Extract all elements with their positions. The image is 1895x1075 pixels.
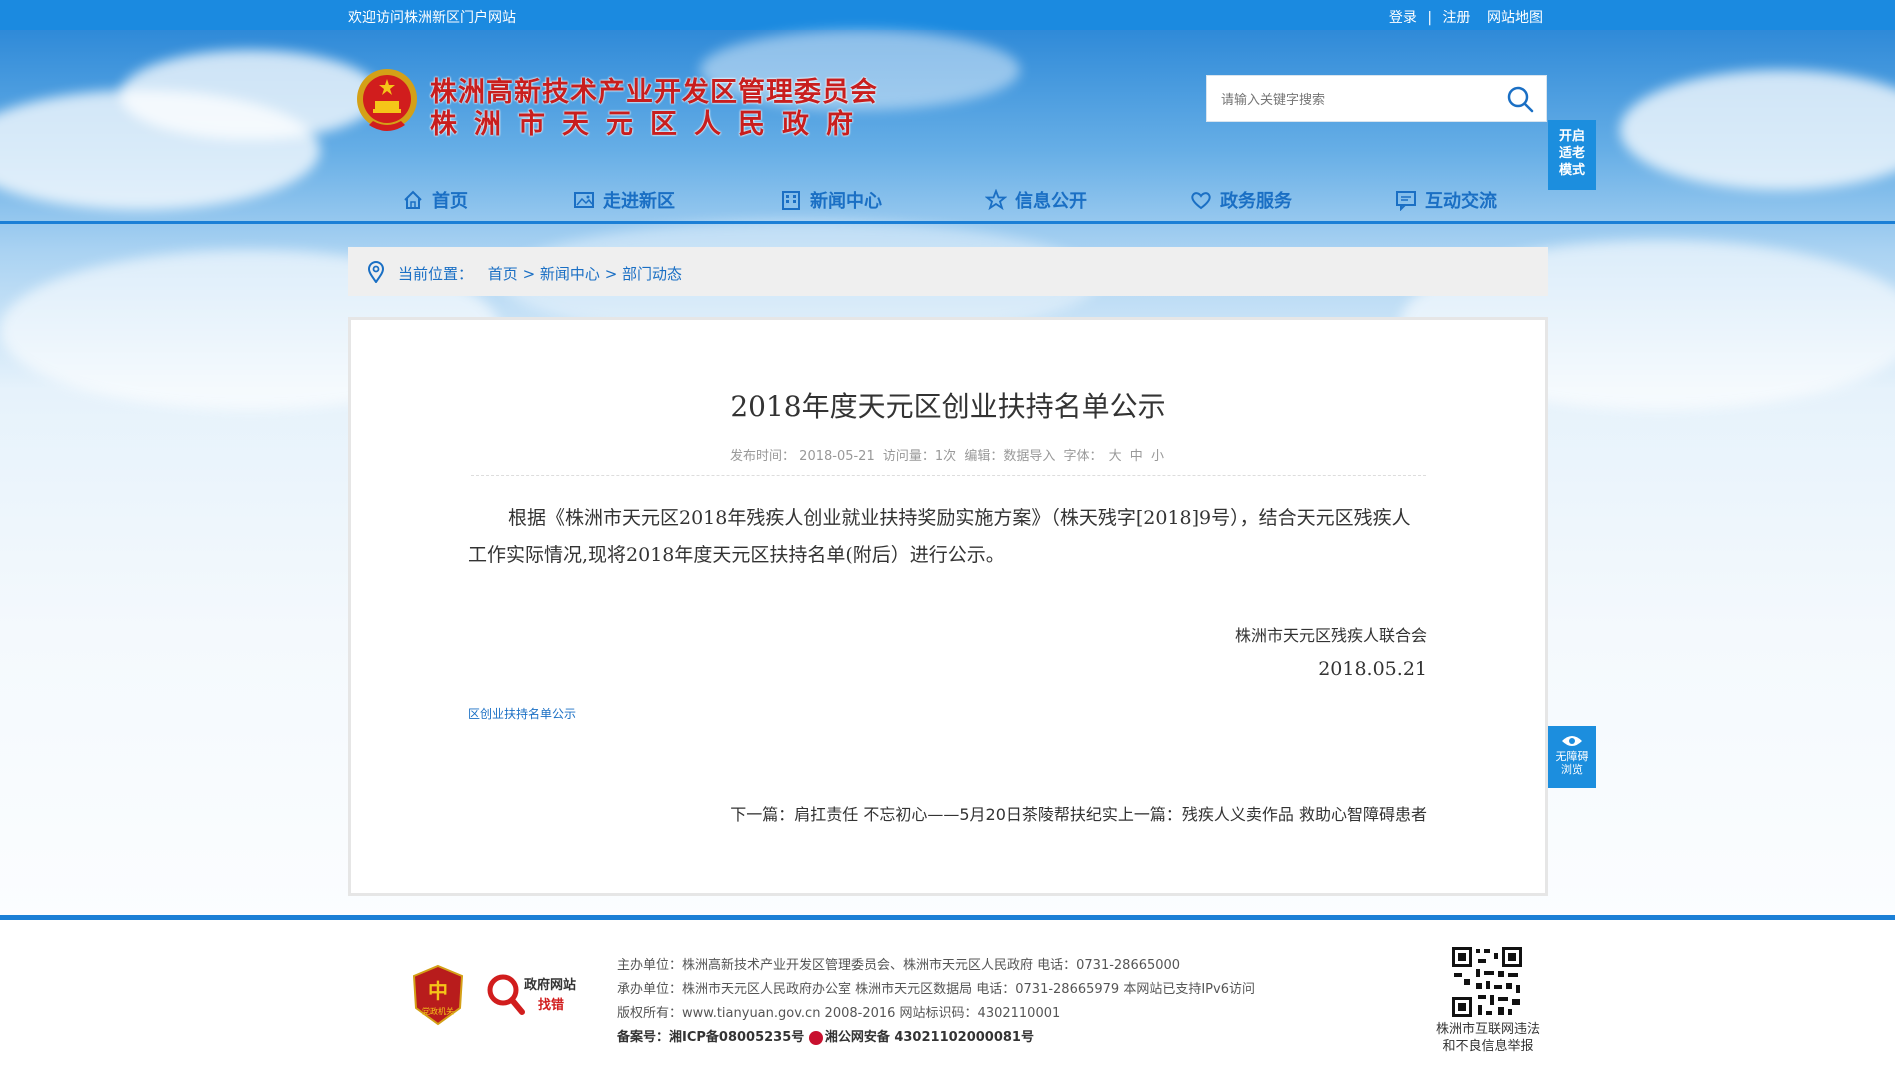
barrier-free-text: 无障碍 [1555, 750, 1589, 763]
report-text: 株洲市互联网违法 和不良信息举报 [1428, 1021, 1548, 1055]
search-icon[interactable] [1506, 85, 1534, 113]
picture-icon [574, 192, 594, 208]
elder-mode-text: 开启 [1558, 129, 1585, 144]
breadcrumb-sep: > [517, 265, 540, 283]
meta-time: 2018-05-21 [799, 449, 875, 464]
report-line: 和不良信息举报 [1442, 1039, 1534, 1054]
signature-org: 株洲市天元区残疾人联合会 [1234, 626, 1427, 645]
article-title: 2018年度天元区创业扶持名单公示 [730, 390, 1166, 423]
next-article-link[interactable]: 肩扛责任 不忘初心——5月20日茶陵帮扶纪实 [794, 805, 1118, 824]
footer-host: 主办单位：株洲高新技术产业开发区管理委员会、株洲市天元区人民政府 电话：0731… [617, 958, 1181, 973]
barrier-free-text: 浏览 [1561, 763, 1583, 776]
search-box [1206, 75, 1547, 122]
article-pager: 下一篇：肩扛责任 不忘初心——5月20日茶陵帮扶纪实上一篇：残疾人义卖作品 救助… [730, 801, 1427, 825]
meta-font-label: 字体： [1063, 449, 1103, 464]
nav-underline [0, 221, 1895, 224]
qr-code-icon[interactable] [1450, 945, 1524, 1019]
article-paragraph: 根据《株洲市天元区2018年残疾人创业就业扶持奖励实施方案》（株天残字[2018… [468, 507, 1411, 566]
top-bar: 欢迎访问株洲新区门户网站 登录 | 注册 网站地图 [0, 0, 1895, 30]
breadcrumb-label: 当前位置： [398, 265, 474, 283]
nav-item-interact[interactable]: 互动交流 [1395, 180, 1497, 220]
meta-time-label: 发布时间： [730, 449, 796, 464]
top-links: 登录 | 注册 网站地图 [1389, 7, 1543, 27]
breadcrumb: 当前位置： 首页 > 新闻中心 > 部门动态 [348, 247, 1548, 296]
nav-item-info[interactable]: 信息公开 [985, 180, 1087, 220]
welcome-text: 欢迎访问株洲新区门户网站 [348, 10, 516, 26]
cloud [1620, 70, 1895, 190]
nav-label: 首页 [432, 191, 468, 212]
gov-website-error-link[interactable]: 政府网站 找错 [486, 970, 586, 1020]
party-government-badge-icon[interactable]: 中 党政机关 [412, 964, 464, 1026]
font-large-button[interactable]: 大 [1109, 449, 1122, 464]
meta-views-label: 访问量： [882, 449, 935, 464]
nav-label: 政务服务 [1220, 191, 1292, 212]
zhaocuo-top-text: 政府网站 [524, 978, 577, 993]
footer-record: 备案号：湘ICP备08005235号 湘公网安备 43021102000081号 [617, 1026, 1255, 1050]
nav-item-home[interactable]: 首页 [402, 180, 468, 220]
nav-item-service[interactable]: 政务服务 [1190, 180, 1292, 220]
attachment-link[interactable]: 区创业扶持名单公示 [468, 705, 576, 722]
badge-text: 党政机关 [422, 1006, 454, 1016]
font-small-button[interactable]: 小 [1151, 449, 1164, 464]
heart-icon [1191, 192, 1211, 210]
elder-mode-text: 适老 [1558, 146, 1585, 161]
meta-editor: 数据导入 [1003, 449, 1056, 464]
eye-icon [1562, 736, 1582, 746]
building-icon [782, 191, 800, 210]
signature-date: 2018.05.21 [1318, 658, 1427, 680]
nav-label: 互动交流 [1425, 191, 1497, 212]
nav-label: 新闻中心 [810, 191, 882, 212]
footer-copyright: 版权所有：www.tianyuan.gov.cn 2008-2016 网站标识码… [617, 1006, 1061, 1021]
login-link[interactable]: 登录 [1389, 10, 1417, 26]
elder-mode-text: 模式 [1558, 163, 1585, 178]
report-line: 株洲市互联网违法 [1435, 1022, 1540, 1037]
main-nav: 首页 走进新区 新闻中心 信息公开 政务服务 互动交流 [0, 180, 1895, 220]
meta-views: 1次 [934, 449, 957, 464]
national-emblem-icon [357, 69, 417, 131]
top-separator: | [1427, 10, 1433, 26]
search-input[interactable] [1219, 88, 1493, 112]
meta-editor-label: 编辑： [964, 449, 1004, 464]
breadcrumb-trail: 当前位置： 首页 > 新闻中心 > 部门动态 [398, 263, 682, 284]
svg-text:中: 中 [428, 979, 448, 1003]
title-divider [471, 475, 1426, 476]
breadcrumb-sep: > [599, 265, 623, 283]
cloud [120, 50, 380, 140]
prev-article-link[interactable]: 残疾人义卖作品 救助心智障碍患者 [1182, 805, 1427, 824]
article-container: 2018年度天元区创业扶持名单公示 发布时间： 2018-05-21 访问量：1… [348, 317, 1548, 896]
police-record-link[interactable]: 湘公网安备 43021102000081号 [825, 1030, 1034, 1045]
icp-link[interactable]: 备案号：湘ICP备08005235号 [617, 1030, 804, 1045]
location-pin-icon [367, 261, 385, 283]
footer-organizer: 承办单位：株洲市天元区人民政府办公室 株洲市天元区数据局 电话：0731-286… [617, 982, 1255, 997]
zhaocuo-bottom-text: 找错 [538, 998, 565, 1013]
next-label: 下一篇： [730, 805, 795, 824]
sitemap-link[interactable]: 网站地图 [1487, 10, 1543, 26]
magnifier-error-icon [487, 974, 525, 1015]
chat-icon [1396, 191, 1416, 211]
footer-info: 主办单位：株洲高新技术产业开发区管理委员会、株洲市天元区人民政府 电话：0731… [617, 954, 1255, 1050]
article-meta: 发布时间： 2018-05-21 访问量：1次 编辑：数据导入 字体： 大 中 … [351, 445, 1545, 464]
register-link[interactable]: 注册 [1443, 10, 1471, 26]
prev-label: 上一篇： [1117, 805, 1182, 824]
font-medium-button[interactable]: 中 [1130, 449, 1143, 464]
police-badge-icon [808, 1030, 823, 1045]
nav-label: 信息公开 [1015, 191, 1087, 212]
nav-item-about[interactable]: 走进新区 [573, 180, 675, 220]
nav-item-news[interactable]: 新闻中心 [780, 180, 882, 220]
breadcrumb-news[interactable]: 新闻中心 [540, 265, 600, 283]
star-icon [985, 189, 1007, 211]
site-title-line2: 株洲市天元区人民政府 [430, 109, 870, 140]
barrier-free-button[interactable]: 无障碍 浏览 [1548, 726, 1596, 788]
breadcrumb-dept[interactable]: 部门动态 [622, 265, 682, 283]
home-icon [404, 190, 422, 209]
nav-label: 走进新区 [603, 191, 675, 212]
breadcrumb-home[interactable]: 首页 [488, 265, 518, 283]
